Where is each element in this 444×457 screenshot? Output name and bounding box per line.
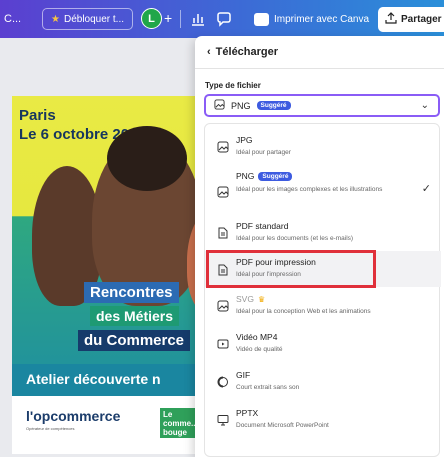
- option-desc: Vidéo de qualité: [236, 346, 283, 353]
- image-icon: [217, 299, 229, 312]
- file-type-select[interactable]: PNG Suggéré ⌄: [204, 94, 440, 117]
- option-name: Vidéo MP4: [236, 332, 278, 342]
- option-desc: Idéal pour la conception Web et les anim…: [236, 308, 371, 315]
- option-desc: Court extrait sans son: [236, 384, 300, 391]
- suggested-badge: Suggéré: [258, 171, 293, 181]
- option-png[interactable]: PNG Suggéré Idéal pour les images comple…: [205, 168, 441, 212]
- gif-icon: [217, 375, 229, 388]
- option-svg[interactable]: SVG ♛ Idéal pour la conception Web et le…: [205, 289, 441, 323]
- check-icon: ✓: [421, 183, 431, 195]
- poster-city: Paris: [19, 107, 56, 124]
- print-label: Imprimer avec Canva: [274, 13, 370, 25]
- option-pptx[interactable]: PPTX Document Microsoft PowerPoint: [205, 403, 441, 437]
- selected-file-type: PNG: [231, 100, 251, 111]
- print-cart-icon: [254, 12, 269, 26]
- option-gif[interactable]: GIF Court extrait sans son: [205, 365, 441, 399]
- poster-band-2: des Métiers: [90, 306, 180, 326]
- star-icon: ★: [51, 13, 60, 25]
- highlight-box: [206, 250, 376, 288]
- share-label: Partager: [401, 14, 442, 25]
- unlock-label: Débloquer t...: [63, 13, 125, 25]
- document-icon: [217, 226, 229, 239]
- option-desc: Document Microsoft PowerPoint: [236, 422, 329, 429]
- option-name: PPTX: [236, 408, 259, 418]
- option-name-text: PNG: [236, 171, 255, 181]
- image-icon: [214, 99, 225, 112]
- option-name: GIF: [236, 370, 251, 380]
- chevron-left-icon: ‹: [207, 46, 211, 58]
- option-desc: Idéal pour partager: [236, 149, 291, 156]
- top-toolbar: C... ★ Débloquer t... L + Imprimer avec …: [0, 0, 444, 38]
- option-jpg[interactable]: JPG Idéal pour partager: [205, 130, 441, 164]
- add-collaborator-icon[interactable]: +: [164, 10, 172, 26]
- poster-band-1: Rencontres: [84, 282, 179, 303]
- toolbar-divider: [180, 10, 181, 28]
- avatar[interactable]: L: [141, 8, 162, 29]
- option-name: JPG: [236, 135, 253, 145]
- panel-title: Télécharger: [215, 46, 279, 58]
- divider: [195, 68, 444, 69]
- comment-icon[interactable]: [214, 9, 234, 29]
- image-icon: [217, 185, 229, 198]
- option-pdf-standard[interactable]: PDF standard Idéal pour les documents (e…: [205, 216, 441, 250]
- unlock-button[interactable]: ★ Débloquer t...: [42, 8, 134, 30]
- toolbar-left-text[interactable]: C...: [4, 13, 21, 25]
- option-name: SVG ♛: [236, 294, 265, 304]
- option-name-text: SVG: [236, 294, 254, 304]
- chevron-down-icon: ⌄: [420, 100, 429, 111]
- option-desc: Idéal pour les documents (et les e-mails…: [236, 235, 354, 242]
- analytics-icon[interactable]: [188, 9, 208, 29]
- crown-icon: ♛: [257, 294, 266, 304]
- image-icon: [217, 140, 229, 153]
- poster-band-3: du Commerce: [78, 330, 191, 351]
- logo-subtitle: Opérateur de compétences: [26, 426, 75, 431]
- option-name: PDF standard: [236, 221, 289, 231]
- print-with-canva-button[interactable]: Imprimer avec Canva: [250, 8, 373, 30]
- upload-icon: [385, 12, 397, 27]
- file-type-label: Type de fichier: [205, 81, 261, 90]
- presentation-icon: [217, 413, 229, 426]
- download-panel: ‹ Télécharger Type de fichier PNG Suggér…: [195, 36, 444, 457]
- person-hair: [107, 126, 187, 191]
- video-icon: [217, 337, 229, 349]
- opcommerce-logo: l'opcommerce: [26, 408, 121, 424]
- option-mp4[interactable]: Vidéo MP4 Vidéo de qualité: [205, 327, 441, 361]
- back-button[interactable]: ‹ Télécharger: [207, 46, 278, 58]
- option-name: PNG Suggéré: [236, 171, 293, 181]
- share-button[interactable]: Partager: [378, 7, 444, 32]
- file-type-menu: JPG Idéal pour partager PNG Suggéré Idéa…: [204, 123, 441, 457]
- suggested-badge: Suggéré: [256, 101, 291, 110]
- option-desc: Idéal pour les images complexes et les i…: [236, 186, 383, 193]
